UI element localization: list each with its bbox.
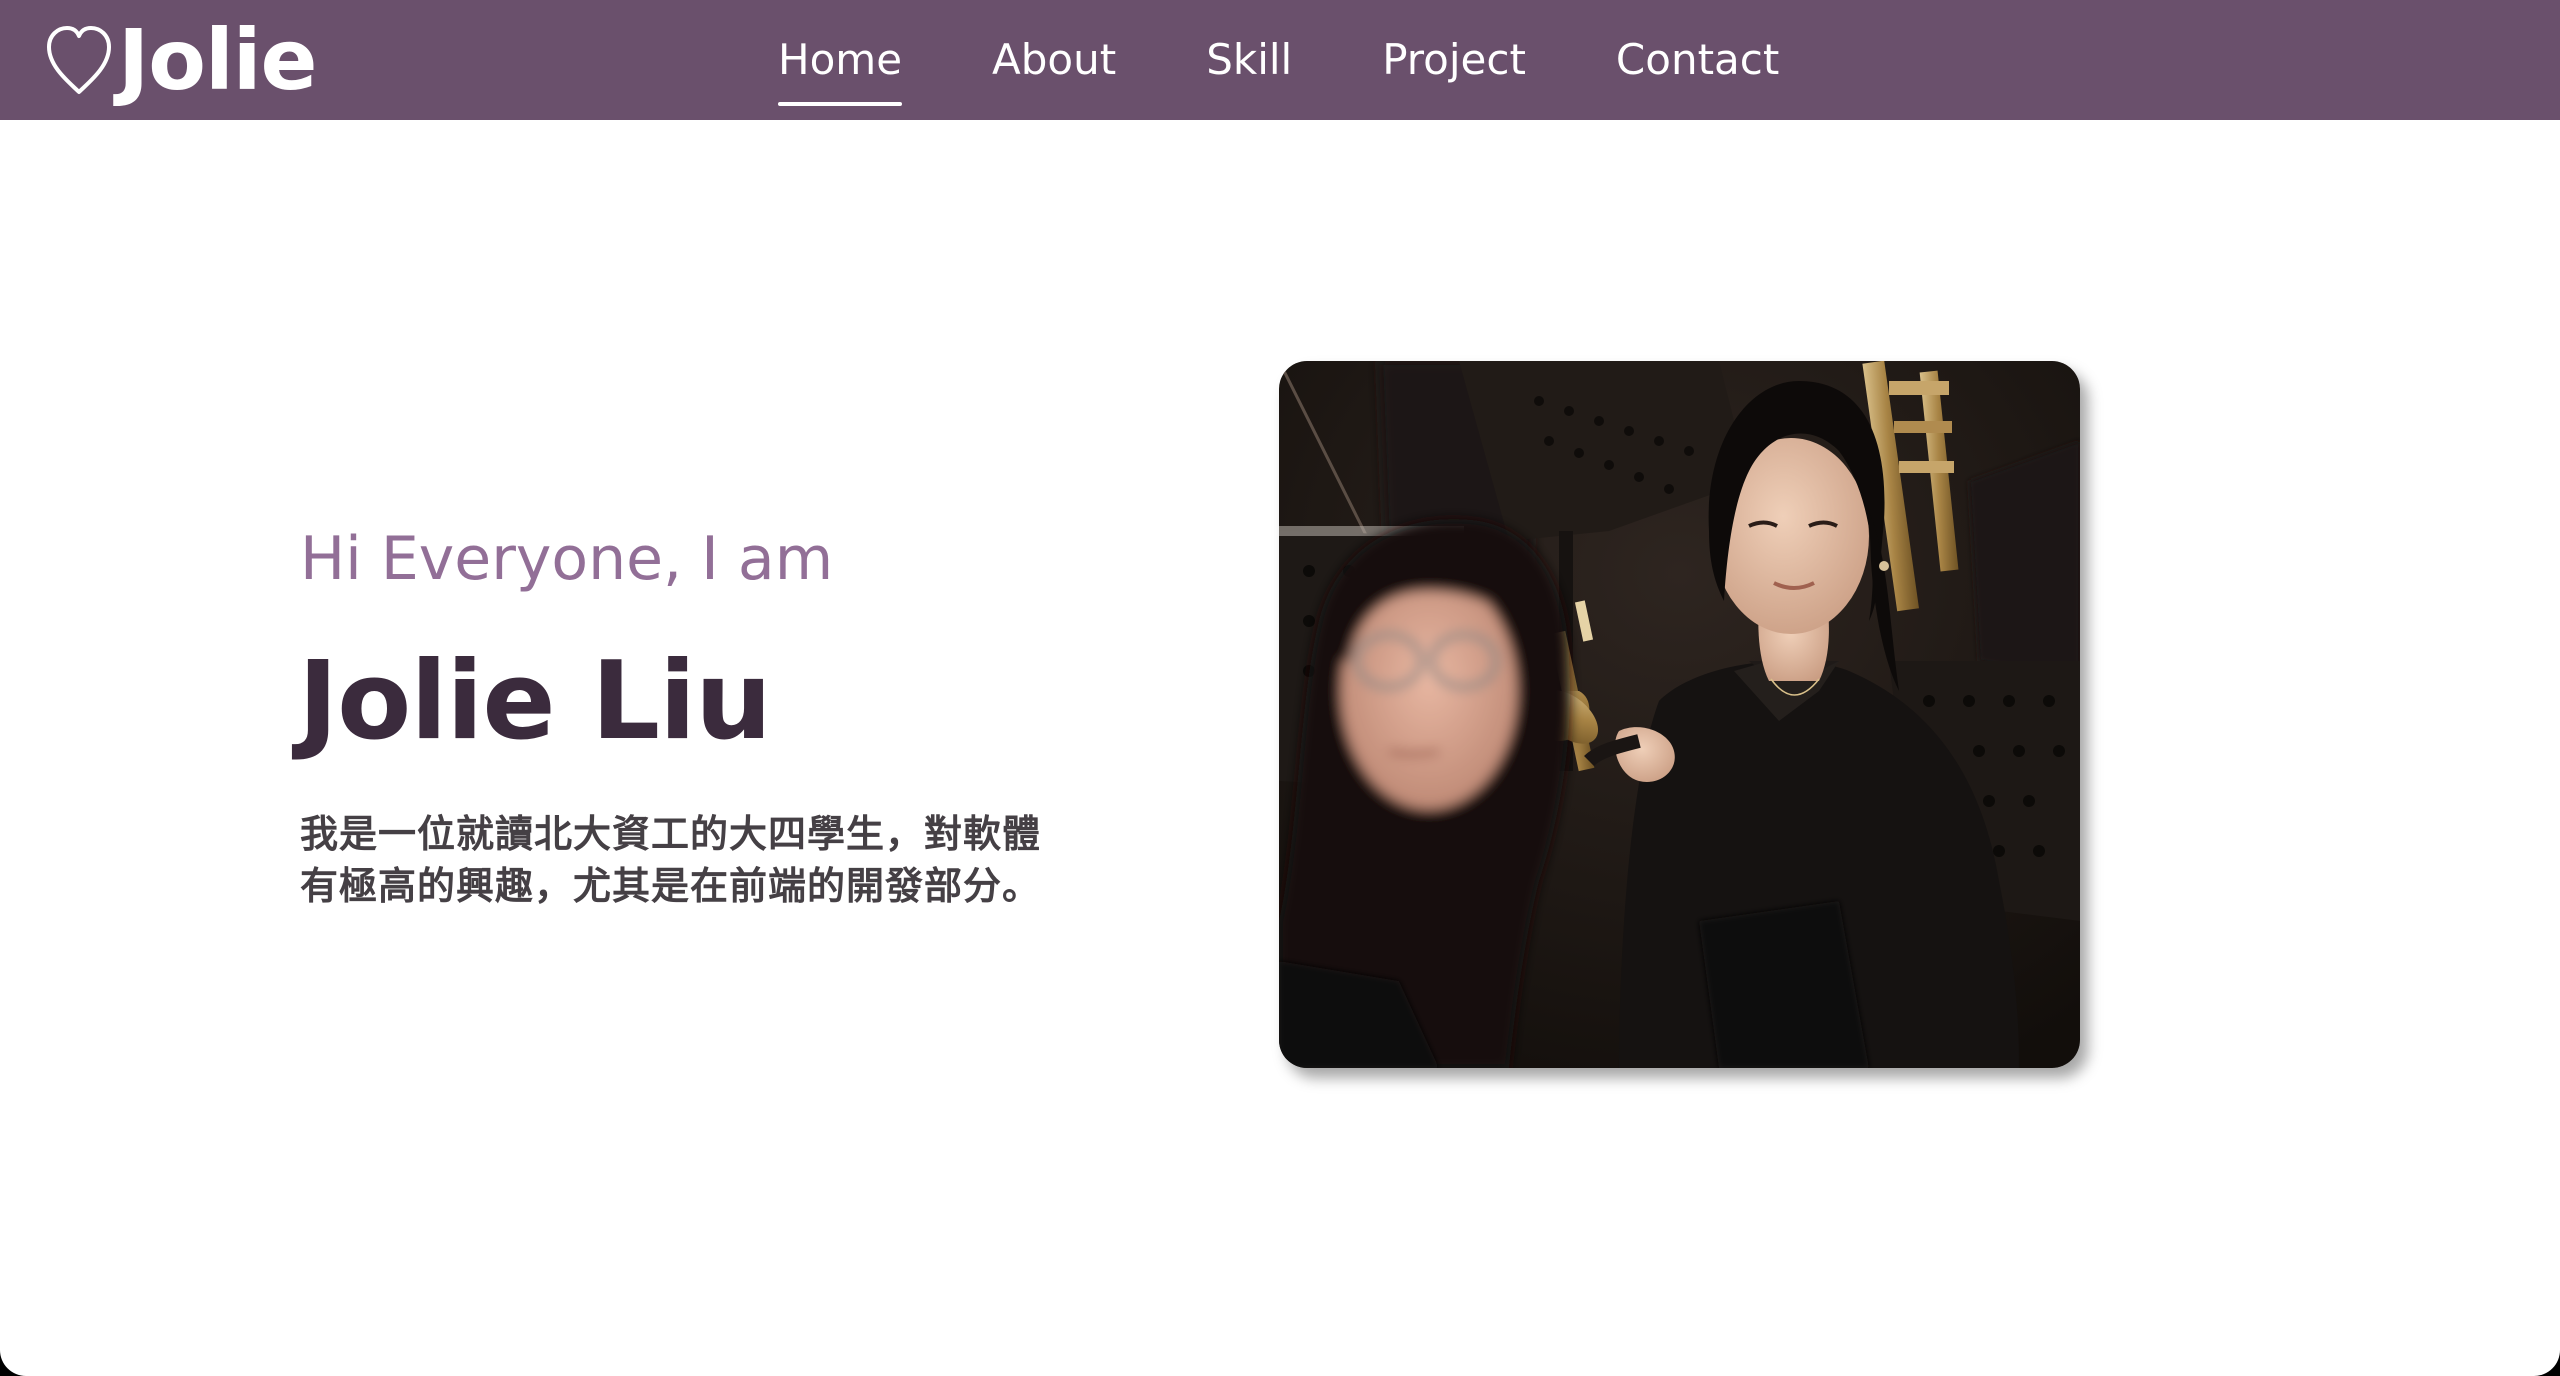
brand-logo[interactable]: Jolie	[44, 10, 318, 110]
hero-intro-line-1: 我是一位就讀北大資工的大四學生，對軟體	[300, 812, 1042, 856]
hero-intro-line-2: 有極高的興趣，尤其是在前端的開發部分。	[300, 864, 1042, 908]
page: Jolie Home About Skill Project Contact H…	[0, 0, 2560, 1376]
nav-link-contact[interactable]: Contact	[1616, 39, 1779, 81]
main-nav: Home About Skill Project Contact	[778, 0, 1869, 120]
hero-greeting: Hi Everyone, I am	[300, 524, 834, 594]
hero-intro: 我是一位就讀北大資工的大四學生，對軟體 有極高的興趣，尤其是在前端的開發部分。	[300, 808, 1080, 912]
navbar: Jolie Home About Skill Project Contact	[0, 0, 2560, 120]
nav-link-home[interactable]: Home	[778, 39, 903, 106]
heart-outline-icon	[47, 26, 111, 94]
profile-photo	[1279, 361, 2080, 1068]
profile-photo-illustration	[1279, 361, 2080, 1068]
hero-name: Jolie Liu	[298, 639, 772, 764]
nav-link-about[interactable]: About	[992, 39, 1116, 81]
brand-name: Jolie	[118, 11, 318, 109]
nav-link-skill[interactable]: Skill	[1206, 39, 1292, 81]
nav-link-project[interactable]: Project	[1382, 39, 1526, 81]
